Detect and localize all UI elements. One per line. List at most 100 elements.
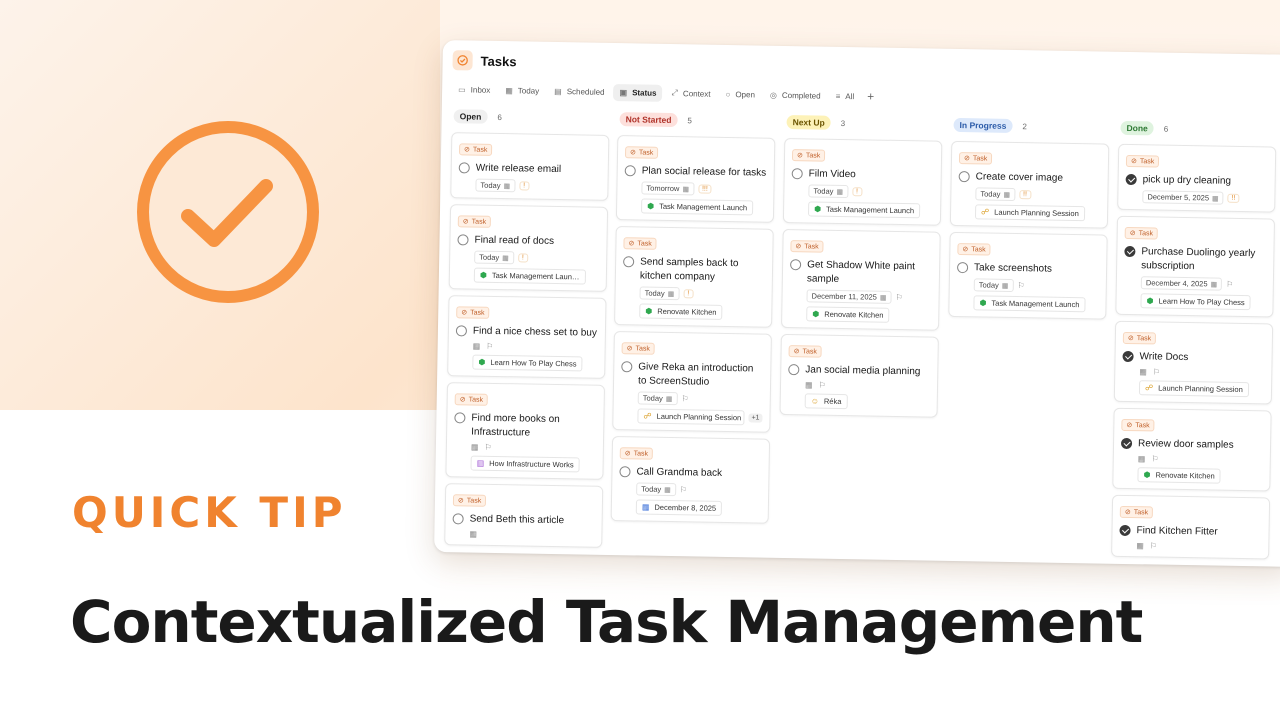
flag-icon[interactable]: ⚐: [895, 293, 902, 302]
calendar-icon[interactable]: ▦: [471, 443, 479, 452]
task-checkbox[interactable]: [452, 513, 464, 525]
tab-completed[interactable]: ◎ Completed: [764, 86, 827, 104]
status-pill: Next Up: [786, 115, 831, 130]
priority-badge: !: [517, 253, 528, 263]
tab-scheduled[interactable]: ▤ Scheduled: [548, 82, 611, 100]
project-chip[interactable]: ☍ Launch Planning Session: [1138, 380, 1249, 398]
task-card[interactable]: ⊘ Task Review door samples ▦ ⚐ ⬢ Renovate Kitc…: [1112, 407, 1272, 492]
column-next-up: Next Up 3 ⊘ Task Film Video Today ▦! ⬢ Task Mana…: [779, 114, 943, 424]
project-chip[interactable]: ⬢ Task Management Launch: [807, 201, 921, 219]
task-checkbox[interactable]: [621, 361, 633, 373]
task-card[interactable]: ⊘ Task Final read of docs Today ▦! ⬢ Task Mana…: [448, 204, 609, 292]
task-checkbox[interactable]: [957, 262, 969, 274]
tab-context[interactable]: ⤢ Context: [665, 84, 716, 103]
task-card[interactable]: ⊘ Task Find a nice chess set to buy ▦ ⚐ ⬢ Lear…: [447, 295, 607, 379]
task-checkbox[interactable]: [457, 234, 469, 246]
task-card[interactable]: ⊘ Task Write Docs ▦ ⚐ ☍ Launch Planning Sessio…: [1113, 320, 1274, 405]
due-date-chip[interactable]: Today ▦: [637, 391, 678, 406]
task-tag-icon: ⊘: [459, 396, 466, 404]
task-card[interactable]: ⊘ Task Find more books on Infrastructure ▦ ⚐…: [445, 382, 606, 480]
due-date-chip[interactable]: December 5, 2025 ▦: [1142, 190, 1224, 205]
task-card[interactable]: ⊘ Task Find Kitchen Fitter ▦ ⚐: [1111, 494, 1271, 560]
task-meta: ▦: [469, 530, 594, 541]
task-title: Find Kitchen Fitter: [1136, 525, 1218, 538]
project-chip[interactable]: ⬢ Renovate Kitchen: [1137, 467, 1221, 484]
task-checkbox[interactable]: [624, 165, 636, 177]
flag-icon[interactable]: ⚐: [680, 485, 687, 494]
project-chip[interactable]: ☍ Launch Planning Session: [637, 408, 745, 426]
project-chip[interactable]: ⬢ Renovate Kitchen: [806, 306, 890, 323]
due-date-chip[interactable]: December 11, 2025 ▦: [806, 289, 892, 304]
flag-icon[interactable]: ⚐: [1226, 280, 1233, 289]
project-chip[interactable]: ⬢ Task Management Launch: [641, 198, 754, 216]
due-date-chip[interactable]: Today ▦: [973, 278, 1014, 292]
flag-icon[interactable]: ⚐: [486, 342, 493, 351]
flag-icon[interactable]: ⚐: [1153, 367, 1160, 376]
task-checkbox[interactable]: [619, 466, 631, 478]
project-chip[interactable]: ☺ Réka: [804, 393, 848, 410]
flag-icon[interactable]: ⚐: [819, 381, 826, 390]
due-date-chip[interactable]: Today ▦: [475, 178, 516, 193]
project-chip[interactable]: ⬢ Learn How To Play Chess: [1140, 293, 1251, 311]
task-checkbox[interactable]: [1125, 173, 1137, 186]
task-card[interactable]: ⊘ Task Take screenshots Today ▦ ⚐ ⬢ Task Manage…: [948, 231, 1108, 320]
task-checkbox[interactable]: [790, 259, 802, 271]
tab-all[interactable]: ≡ All: [829, 87, 860, 105]
calendar-icon[interactable]: ▦: [473, 342, 481, 351]
flag-icon[interactable]: ⚐: [1017, 281, 1024, 290]
task-card[interactable]: ⊘ Task Send samples back to kitchen compan…: [614, 226, 774, 328]
due-date-chip[interactable]: Tomorrow ▦: [641, 181, 695, 196]
calendar-icon[interactable]: ▦: [1138, 454, 1146, 463]
tab-inbox[interactable]: ▭ Inbox: [452, 81, 496, 99]
tab-open[interactable]: ○ Open: [719, 85, 761, 103]
due-date-chip[interactable]: Today ▦: [639, 286, 680, 301]
due-date-chip[interactable]: December 4, 2025 ▦: [1140, 276, 1223, 291]
task-checkbox[interactable]: [1122, 350, 1134, 363]
project-chip[interactable]: ⬢ Learn How To Play Chess: [472, 354, 583, 372]
task-card[interactable]: ⊘ Task pick up dry cleaning December 5, 202…: [1117, 143, 1277, 213]
task-card[interactable]: ⊘ Task Call Grandma back Today ▦ ⚐ ▦ December 8…: [610, 436, 771, 524]
due-date-chip[interactable]: Today ▦: [636, 482, 676, 497]
flag-icon[interactable]: ⚐: [1150, 541, 1157, 550]
tab-status[interactable]: ▣ Status: [613, 83, 663, 102]
project-chip[interactable]: ⬢ Task Management Launch: [973, 295, 1086, 313]
task-checkbox[interactable]: [1119, 524, 1131, 537]
task-card[interactable]: ⊘ Task Give Reka an introduction to Screen…: [612, 331, 772, 433]
due-date-chip[interactable]: Today ▦: [474, 250, 514, 265]
tab-today[interactable]: ▦ Today: [499, 81, 545, 99]
project-chip[interactable]: ⬢ Task Management Laun…: [473, 267, 586, 285]
task-checkbox[interactable]: [1124, 245, 1136, 258]
flag-icon[interactable]: ⚐: [681, 394, 688, 403]
task-card[interactable]: ⊘ Task Send Beth this article ▦: [444, 483, 604, 548]
task-checkbox[interactable]: [623, 256, 635, 268]
task-checkbox[interactable]: [454, 412, 466, 424]
calendar-icon[interactable]: ▦: [1136, 541, 1144, 550]
task-card[interactable]: ⊘ Task Get Shadow White paint sample Decemb…: [781, 228, 941, 331]
calendar-icon[interactable]: ▦: [1139, 367, 1147, 376]
task-checkbox[interactable]: [788, 364, 800, 376]
project-row: ⬢ Renovate Kitchen: [1120, 463, 1262, 484]
task-tag-label: Task: [470, 309, 485, 317]
task-checkbox[interactable]: [958, 171, 970, 183]
task-checkbox[interactable]: [458, 162, 470, 174]
task-checkbox[interactable]: [455, 325, 468, 337]
project-chip[interactable]: ▥ How Infrastructure Works: [470, 455, 580, 473]
project-chip[interactable]: ⬢ Renovate Kitchen: [639, 303, 723, 320]
project-chip[interactable]: ☍ Launch Planning Session: [974, 204, 1085, 222]
task-card[interactable]: ⊘ Task Create cover image Today ▦!! ☍ Launch P…: [949, 140, 1110, 229]
flag-icon[interactable]: ⚐: [1151, 454, 1158, 463]
task-checkbox[interactable]: [791, 168, 803, 180]
task-card[interactable]: ⊘ Task Jan social media planning ▦ ⚐ ☺ Réka: [779, 333, 939, 418]
flag-icon[interactable]: ⚐: [484, 443, 491, 452]
task-card[interactable]: ⊘ Task Film Video Today ▦! ⬢ Task Management L…: [782, 137, 943, 226]
calendar-icon[interactable]: ▦: [469, 530, 477, 539]
due-date-chip[interactable]: Today ▦: [808, 184, 849, 199]
project-chip[interactable]: ▦ December 8, 2025: [635, 499, 723, 516]
task-card[interactable]: ⊘ Task Write release email Today ▦!: [450, 132, 610, 201]
task-checkbox[interactable]: [1120, 437, 1133, 450]
add-tab-button[interactable]: +: [867, 89, 874, 103]
calendar-icon[interactable]: ▦: [805, 380, 813, 389]
due-date-chip[interactable]: Today ▦: [975, 187, 1016, 202]
task-card[interactable]: ⊘ Task Plan social release for tasks Tomorr…: [615, 135, 776, 223]
task-card[interactable]: ⊘ Task Purchase Duolingo yearly subscripti…: [1115, 215, 1276, 318]
